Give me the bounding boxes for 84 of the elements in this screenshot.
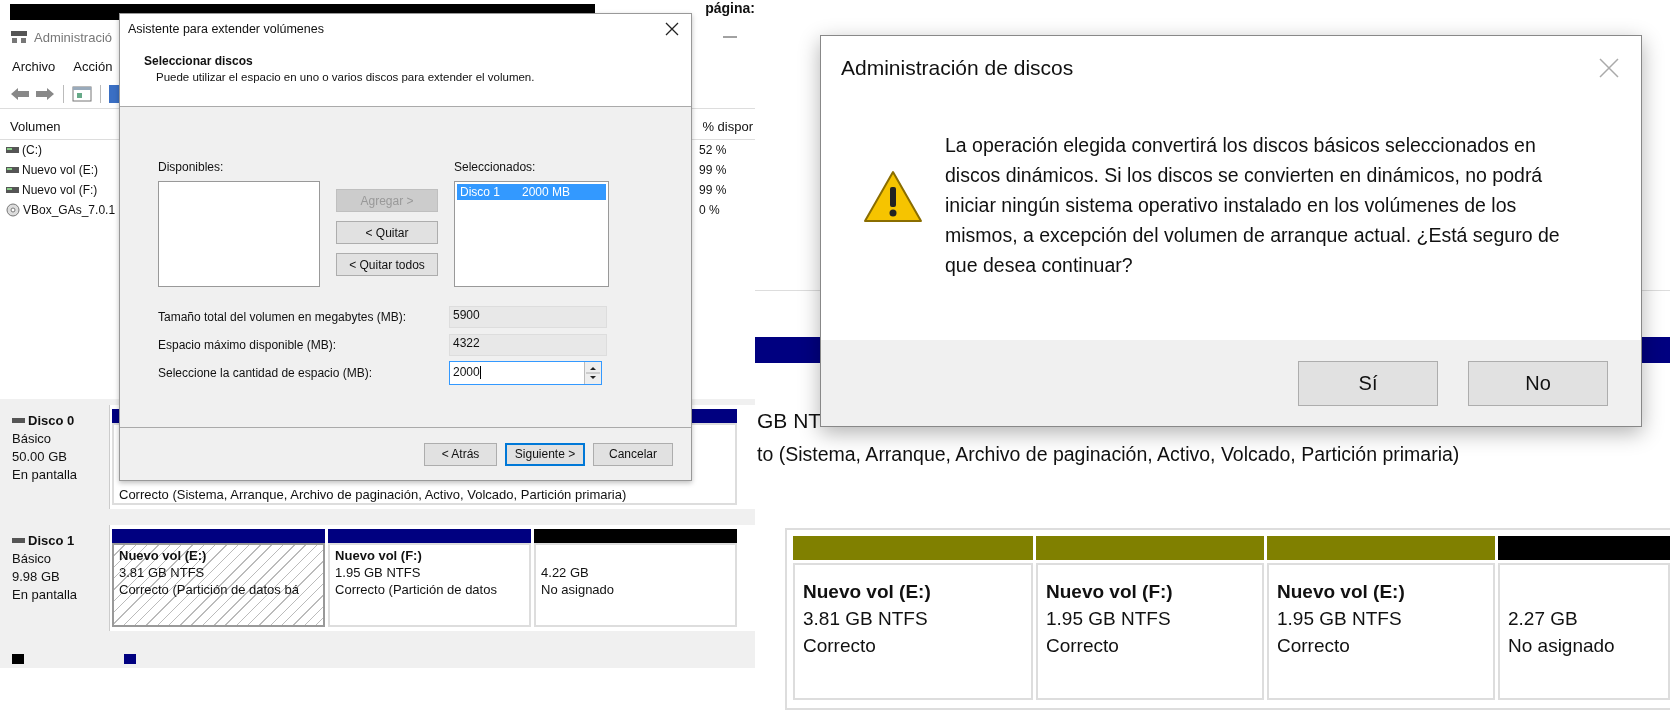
disk-size: 9.98 GB — [12, 569, 61, 584]
partition-box[interactable]: Nuevo vol (E:) 3.81 GB NTFS Correcto — [793, 563, 1033, 700]
wizard-subheading: Puede utilizar el espacio en uno o varios discos para extender el volumen. — [155, 71, 536, 83]
back-arrow-icon[interactable] — [10, 87, 30, 101]
partition-name: Nuevo vol (E:) — [1277, 581, 1406, 603]
field-label: Espacio máximo disponible (MB): — [158, 338, 338, 352]
partition-box[interactable]: Nuevo vol (F:) 1.95 GB NTFS Correcto — [1036, 563, 1264, 700]
partition-box[interactable]: 4.22 GB No asignado — [534, 543, 737, 627]
drive-icon — [6, 186, 19, 194]
dialog-button[interactable]: Cancelar — [593, 442, 673, 466]
window-title-fragment: página: — [705, 0, 755, 16]
partition-status: Correcto — [1277, 635, 1351, 657]
dialog-title: Asistente para extender volúmenes — [128, 22, 324, 36]
disk-type: Básico — [12, 551, 53, 566]
partition-size: 2.27 GB — [1508, 608, 1579, 630]
wizard-heading: Seleccionar discos — [144, 54, 254, 68]
close-icon[interactable] — [665, 22, 679, 36]
dialog-button[interactable]: < Atrás — [424, 442, 497, 466]
partition-size: 3.81 GB NTFS — [119, 565, 206, 580]
drive-icon — [6, 146, 19, 154]
menu-item[interactable]: Acción — [73, 58, 113, 74]
disk-name[interactable]: Disco 1 — [28, 533, 75, 548]
partition-status: Correcto (Partición de datos bá — [119, 582, 300, 597]
disk-type: Básico — [12, 431, 53, 446]
partition-status: No asignado — [541, 582, 616, 597]
move-button[interactable]: < Quitar todos — [336, 253, 438, 276]
disk-status: En pantalla — [12, 587, 79, 602]
partition-size: 4.22 GB — [541, 565, 590, 580]
volume-name[interactable]: (C:) — [22, 143, 42, 157]
list-label: Seleccionados: — [454, 160, 537, 174]
partition-size: 1.95 GB NTFS — [1277, 608, 1403, 630]
readonly-field: 4322 — [449, 334, 607, 356]
move-button[interactable]: < Quitar — [336, 221, 438, 244]
partition-box[interactable]: Nuevo vol (F:) 1.95 GB NTFS Correcto (Partición de datos — [328, 543, 532, 627]
disk-name[interactable]: Disco 0 — [28, 413, 75, 428]
partition-status: Correcto — [803, 635, 877, 657]
field-label: Tamaño total del volumen en megabytes (MB): — [158, 310, 408, 324]
column-header[interactable]: Volumen — [10, 119, 61, 139]
menu-item[interactable]: Archivo — [12, 58, 56, 74]
dialog-button[interactable]: Sí — [1298, 360, 1438, 406]
volume-free-percent: 52 % — [699, 143, 728, 157]
window-panel-icon[interactable] — [72, 86, 92, 102]
dialog-message: La operación elegida convertirá los discos básicos seleccionados en discos dinámicos. Si los discos se convierten en dinámicos, no podrá iniciar ningún sistema operativo instalado en los volúmenes de los mismos, a excepción del volumen de arranque actual. ¿Está seguro de que desea continuar? — [945, 133, 1561, 278]
volume-name[interactable]: VBox_GAs_7.0.1 — [23, 203, 116, 217]
partition-size: 3.81 GB NTFS — [803, 608, 929, 630]
readonly-field: 5900 — [449, 306, 607, 328]
drive-icon — [6, 166, 19, 174]
dialog-title: Administración de discos — [841, 56, 1074, 80]
partition-status: to (Sistema, Arranque, Archivo de paginación, Activo, Volcado, Partición primaria) — [756, 443, 1461, 466]
partition-status: No asignado — [1508, 635, 1616, 657]
disk-status: En pantalla — [12, 467, 79, 482]
partition-size: 1.95 GB NTFS — [1046, 608, 1172, 630]
volume-name[interactable]: Nuevo vol (F:) — [22, 183, 98, 197]
dialog-button[interactable]: No — [1468, 360, 1608, 406]
partition-box[interactable]: Nuevo vol (E:) 3.81 GB NTFS Correcto (Partición de datos bá — [112, 543, 326, 627]
volume-free-percent: 0 % — [699, 203, 721, 217]
column-header[interactable]: % dispor — [702, 119, 753, 139]
partition-name: Nuevo vol (F:) — [335, 548, 423, 563]
volume-free-percent: 99 % — [699, 163, 728, 177]
forward-arrow-icon[interactable] — [35, 87, 55, 101]
partition-name: Nuevo vol (E:) — [119, 548, 208, 563]
volume-free-percent: 99 % — [699, 183, 728, 197]
list-label: Disponibles: — [158, 160, 225, 174]
partition-status: Correcto (Sistema, Arranque, Archivo de paginación, Activo, Volcado, Partición primaria) — [119, 487, 628, 502]
spin-buttons[interactable] — [584, 362, 601, 384]
drive-icon — [12, 417, 25, 424]
partition-name: Nuevo vol (F:) — [1046, 581, 1174, 603]
partition-status: Correcto (Partición de datos — [335, 582, 498, 597]
warning-icon — [863, 170, 923, 224]
disk-management-icon — [10, 30, 28, 44]
partition-size: GB NT — [756, 409, 823, 434]
partition-box[interactable]: Nuevo vol (E:) 1.95 GB NTFS Correcto — [1267, 563, 1495, 700]
partition-status: Correcto — [1046, 635, 1120, 657]
partition-name: Nuevo vol (E:) — [803, 581, 932, 603]
available-disks-list[interactable] — [158, 181, 320, 287]
dialog-button[interactable]: Siguiente > — [505, 442, 585, 466]
field-label: Seleccione la cantidad de espacio (MB): — [158, 366, 374, 380]
volume-name[interactable]: Nuevo vol (E:) — [22, 163, 99, 177]
drive-icon — [12, 537, 25, 544]
disk-size: 50.00 GB — [12, 449, 68, 464]
disc-icon — [6, 203, 20, 217]
window-title: Administració — [34, 29, 113, 45]
partition-box[interactable]: 2.27 GB No asignado — [1498, 563, 1670, 700]
partition-size: 1.95 GB NTFS — [335, 565, 422, 580]
